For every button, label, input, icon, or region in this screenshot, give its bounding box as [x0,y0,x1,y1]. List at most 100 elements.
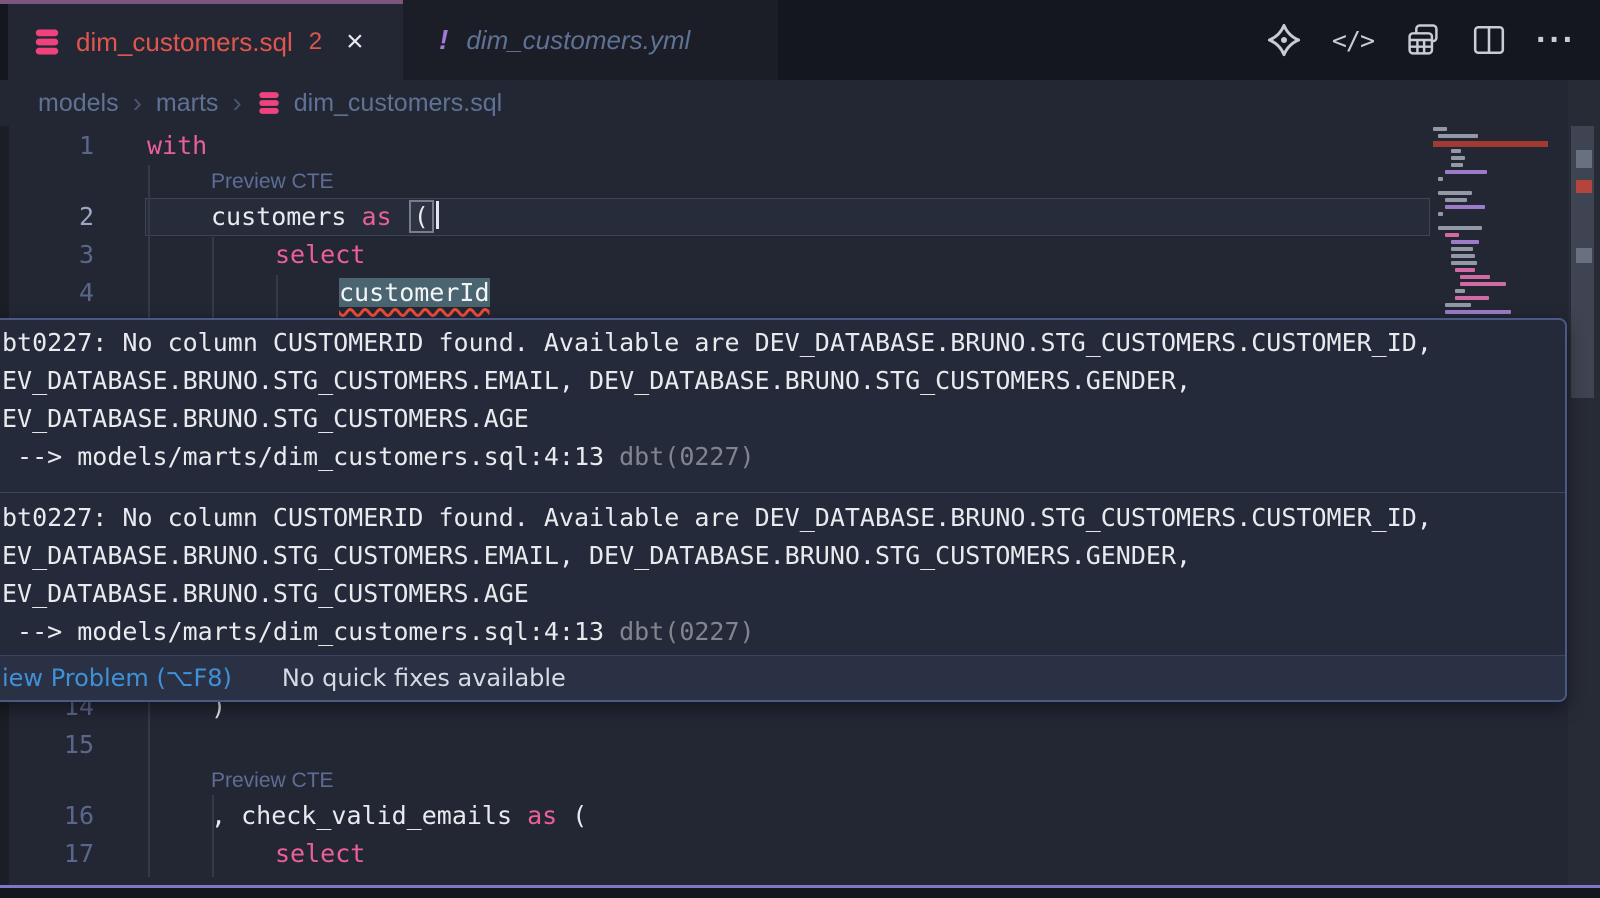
error-text-line: EV_DATABASE.BRUNO.STG_CUSTOMERS.EMAIL, D… [2,537,1565,575]
code-line[interactable]: 16 , check_valid_emails as ( [0,797,1433,835]
code-lens-row: Preview CTE [0,165,1433,198]
error-message-block: bt0227: No column CUSTOMERID found. Avai… [0,492,1565,655]
code-lens-row: Preview CTE [0,764,1433,797]
chevron-right-icon: › [230,87,243,119]
minimap-line [1438,134,1478,138]
dbt-icon[interactable] [1266,22,1302,58]
split-editor-icon[interactable] [1472,24,1506,56]
database-icon [32,27,62,57]
minimap-line [1451,240,1479,244]
error-text-line: EV_DATABASE.BRUNO.STG_CUSTOMERS.AGE [2,400,1565,438]
tab-dim-customers-yml[interactable]: ! dim_customers.yml [403,0,778,80]
minimap-line [1451,247,1473,251]
minimap-line [1455,268,1475,272]
error-text-line: EV_DATABASE.BRUNO.STG_CUSTOMERS.EMAIL, D… [2,362,1565,400]
error-location-line: --> models/marts/dim_customers.sql:4:13 … [2,613,1565,651]
indent-guide [212,237,214,318]
minimap-line [1438,212,1443,216]
minimap-line [1438,191,1472,195]
error-token: customerId [339,278,490,307]
code-token: with [147,131,207,160]
view-problem-link[interactable]: iew Problem (⌥F8) [2,664,232,692]
error-location-line: --> models/marts/dim_customers.sql:4:13 … [2,438,1565,476]
code-text: with [147,127,207,165]
code-token: as [362,202,392,231]
hover-status-bar: iew Problem (⌥F8) No quick fixes availab… [0,655,1565,700]
minimap-blank [1433,219,1545,226]
database-icon [256,90,282,116]
minimap-line [1460,282,1506,286]
code-token [392,202,407,231]
minimap-blank [1433,184,1545,191]
error-blocks: bt0227: No column CUSTOMERID found. Avai… [0,320,1565,655]
code-text: select [275,835,365,873]
error-text-line: EV_DATABASE.BRUNO.STG_CUSTOMERS.AGE [2,575,1565,613]
code-line[interactable]: 15 [0,726,1433,764]
preview-cte-lens[interactable]: Preview CTE [211,764,334,797]
compiled-code-icon[interactable]: </> [1332,26,1374,55]
minimap-error-line [1433,141,1548,147]
error-location: --> models/marts/dim_customers.sql:4:13 [2,617,604,646]
error-location: --> models/marts/dim_customers.sql:4:13 [2,442,604,471]
minimap-line [1445,310,1511,314]
error-code-ref: dbt(0227) [604,617,755,646]
minimap-line [1438,177,1443,181]
indent-guide [148,702,150,877]
tab-filename: dim_customers.yml [466,25,690,56]
code-line[interactable]: 1with [0,127,1433,165]
overview-ruler-mark [1576,150,1592,168]
minimap-line [1445,303,1471,307]
error-text-line: bt0227: No column CUSTOMERID found. Avai… [2,499,1565,537]
close-icon[interactable]: × [346,27,364,57]
overview-ruler-mark [1576,248,1592,263]
query-results-icon[interactable] [1404,21,1442,59]
tab-problem-badge: 2 [309,28,322,56]
code-text: customerId [339,274,490,312]
line-number: 2 [0,198,94,236]
breadcrumb-file[interactable]: dim_customers.sql [294,89,502,118]
minimap-line [1445,205,1485,209]
minimap-line [1455,289,1465,293]
line-number: 3 [0,236,94,274]
code-token: as [527,801,557,830]
code-line[interactable]: 2customers as ( [0,198,1433,236]
code-line[interactable]: 17 select [0,835,1433,873]
indent-guide [212,795,214,877]
error-text-line: bt0227: No column CUSTOMERID found. Avai… [2,324,1565,362]
minimap-line [1445,198,1467,202]
code-line[interactable]: 3 select [0,236,1433,274]
preview-cte-lens[interactable]: Preview CTE [211,165,334,198]
code-token: select [275,839,365,868]
minimap-line [1445,170,1487,174]
no-quick-fixes-text: No quick fixes available [282,664,566,692]
error-hover-tooltip: bt0227: No column CUSTOMERID found. Avai… [0,318,1567,702]
minimap-line [1445,233,1459,237]
breadcrumb-models[interactable]: models [38,89,119,118]
breadcrumb-marts[interactable]: marts [156,89,219,118]
line-number: 17 [0,835,94,873]
minimap-line [1455,296,1489,300]
code-text: , check_valid_emails as ( [211,797,587,835]
tab-filename: dim_customers.sql [76,27,293,58]
code-line[interactable]: 4customerId [0,274,1433,312]
line-number: 15 [0,726,94,764]
indent-guide [276,275,278,318]
breadcrumb: models › marts › dim_customers.sql [0,80,1600,126]
code-text: select [275,236,365,274]
active-tab-accent [0,0,403,4]
text-cursor [436,201,439,229]
tab-dim-customers-sql[interactable]: dim_customers.sql 2 × [8,0,403,80]
minimap-line [1433,127,1447,131]
warning-icon: ! [439,24,448,56]
minimap-line [1451,261,1477,265]
indent-guide [148,165,150,318]
minimap-line [1451,254,1475,258]
minimap-line [1460,275,1490,279]
error-message-block: bt0227: No column CUSTOMERID found. Avai… [0,320,1565,492]
minimap[interactable] [1433,127,1545,331]
line-number: 16 [0,797,94,835]
overview-ruler-error-mark [1576,180,1592,193]
bottom-edge [0,888,1600,898]
bracket-highlight: ( [409,200,434,233]
minimap-line [1451,156,1465,160]
